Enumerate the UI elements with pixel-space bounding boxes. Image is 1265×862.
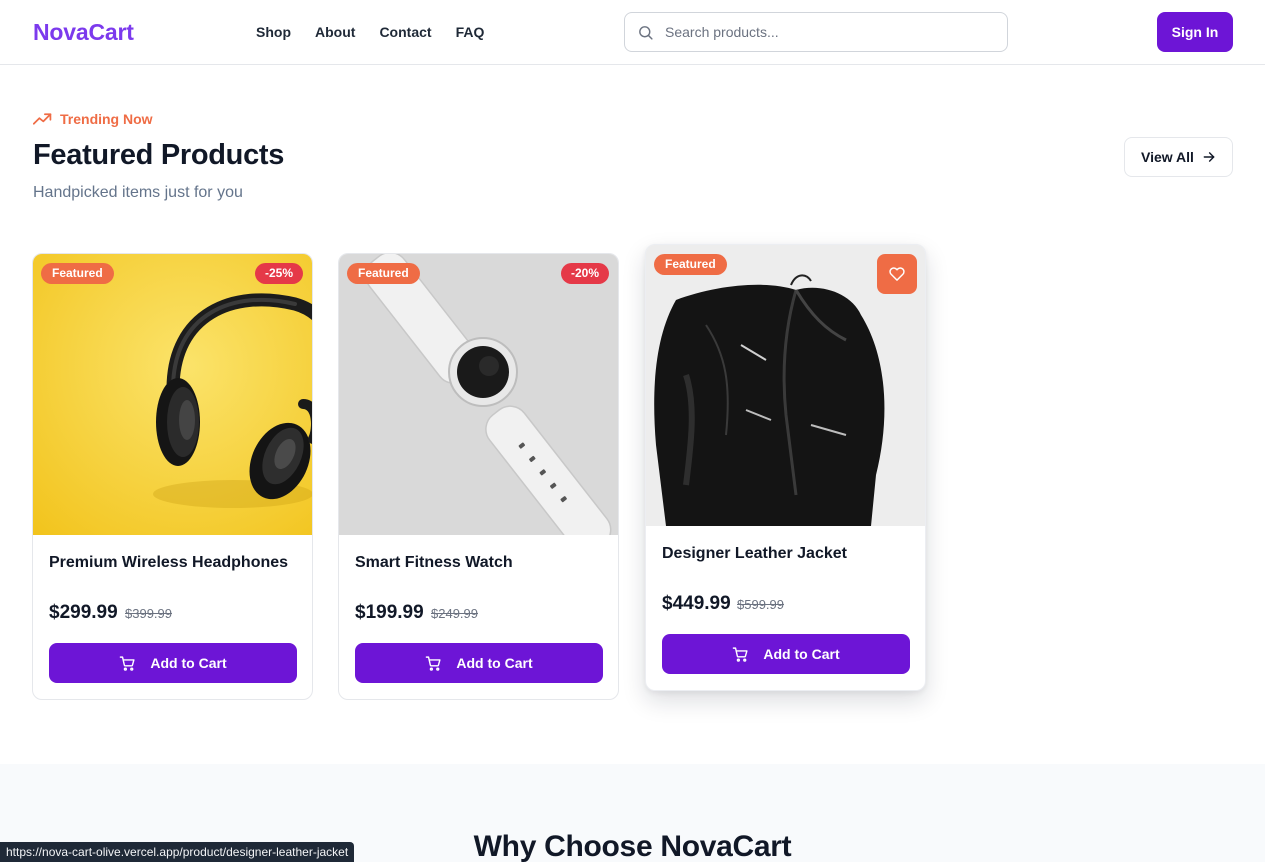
add-to-cart-button[interactable]: Add to Cart	[355, 643, 603, 683]
shopping-cart-icon	[120, 655, 135, 671]
trending-label: Trending Now	[33, 111, 153, 127]
logo[interactable]: NovaCart	[33, 19, 134, 46]
trending-text: Trending Now	[60, 111, 153, 127]
main-nav: Shop About Contact FAQ	[256, 24, 484, 40]
add-to-cart-button[interactable]: Add to Cart	[49, 643, 297, 683]
add-to-cart-label: Add to Cart	[763, 646, 840, 662]
arrow-right-icon	[1203, 152, 1215, 162]
add-to-cart-label: Add to Cart	[150, 655, 227, 671]
discount-badge: -25%	[254, 263, 303, 284]
nav-link-faq[interactable]: FAQ	[456, 24, 485, 40]
product-name[interactable]: Premium Wireless Headphones	[49, 554, 288, 572]
section-subtitle: Handpicked items just for you	[33, 184, 243, 201]
sign-in-button[interactable]: Sign In	[1157, 12, 1233, 52]
search-input[interactable]	[665, 13, 995, 51]
product-old-price: $399.99	[125, 606, 172, 621]
status-bar-url: https://nova-cart-olive.vercel.app/produ…	[0, 842, 355, 862]
section-title: Featured Products	[33, 139, 285, 171]
product-old-price: $599.99	[737, 597, 784, 612]
product-card[interactable]: Featured -25% Premium Wireless Headphone…	[32, 253, 313, 700]
discount-badge: -20%	[560, 263, 609, 284]
featured-badge: Featured	[347, 263, 420, 284]
shopping-cart-icon	[426, 655, 441, 671]
view-all-button[interactable]: View All	[1124, 137, 1233, 177]
product-card[interactable]: Featured Designer Leather Jacket $449.99…	[645, 244, 926, 691]
site-header: NovaCart Shop About Contact FAQ Sign In	[0, 0, 1265, 65]
search-box[interactable]	[624, 12, 1008, 52]
favorite-button[interactable]	[877, 254, 917, 294]
product-image[interactable]	[339, 254, 618, 535]
product-price: $449.99	[662, 593, 731, 614]
search-icon	[639, 26, 653, 40]
view-all-label: View All	[1141, 149, 1194, 165]
heart-icon	[889, 267, 905, 281]
add-to-cart-label: Add to Cart	[456, 655, 533, 671]
product-price: $199.99	[355, 602, 424, 623]
featured-badge: Featured	[41, 263, 114, 284]
add-to-cart-button[interactable]: Add to Cart	[662, 634, 910, 674]
product-name[interactable]: Designer Leather Jacket	[662, 545, 847, 563]
product-card[interactable]: Featured -20% Smart Fitness Watch $199.9…	[338, 253, 619, 700]
shopping-cart-icon	[733, 646, 748, 662]
trending-up-icon	[33, 113, 52, 125]
product-old-price: $249.99	[431, 606, 478, 621]
product-image[interactable]	[33, 254, 312, 535]
product-price: $299.99	[49, 602, 118, 623]
product-name[interactable]: Smart Fitness Watch	[355, 554, 513, 572]
nav-link-contact[interactable]: Contact	[379, 24, 431, 40]
nav-link-shop[interactable]: Shop	[256, 24, 291, 40]
featured-badge: Featured	[654, 254, 727, 275]
nav-link-about[interactable]: About	[315, 24, 355, 40]
